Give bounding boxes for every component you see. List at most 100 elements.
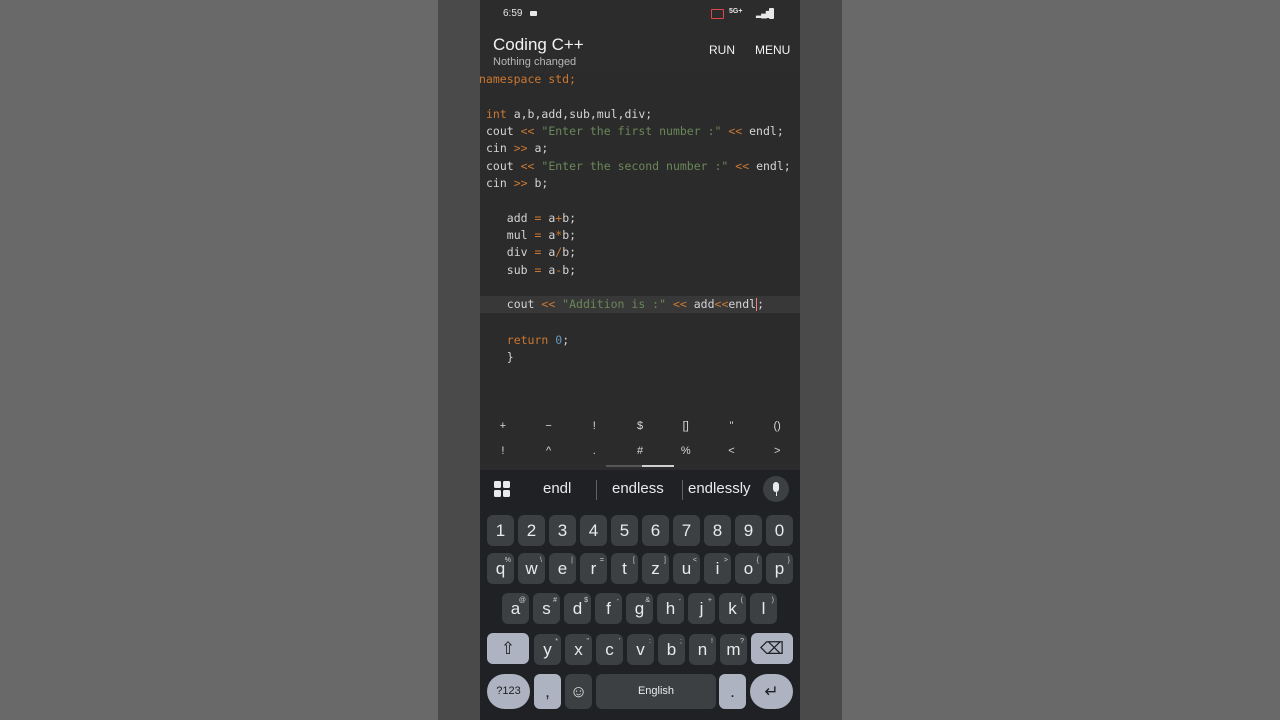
run-button[interactable]: RUN [709,43,735,57]
key-letter[interactable]: c ' [596,634,623,665]
symbol-key[interactable]: + [480,414,526,439]
code-text: cin [486,141,514,155]
code-operator: << [728,159,757,173]
code-text: sub [486,263,535,277]
emoji-icon[interactable]: ☺ [565,674,592,709]
key-label: d [572,599,583,618]
suggestion-item[interactable]: endlessly [688,480,751,497]
key-letter[interactable]: e | [549,553,576,584]
comma-key[interactable]: , [534,674,561,709]
code-text: } [486,350,514,364]
key-digit[interactable]: 1 [487,515,514,546]
suggestion-item[interactable]: endless [612,480,664,497]
suggestion-divider [596,480,597,500]
key-label: w [525,559,538,578]
code-text: div [486,245,535,259]
key-alt-label: < [692,557,697,564]
key-letter[interactable]: j + [688,593,715,624]
status-time: 6:59 [503,8,523,19]
key-letter[interactable]: w \ [518,553,545,584]
cast-icon [711,9,724,19]
key-letter[interactable]: b; [658,634,685,665]
code-editor[interactable]: namespace std; int a,b,add,sub,mul,div; … [480,73,800,415]
symbol-key[interactable]: ! [480,439,526,464]
symbol-key[interactable]: % [663,439,709,464]
menu-button[interactable]: MENU [755,43,790,57]
code-text: b; [562,263,577,277]
key-label: f [606,599,611,618]
key-letter[interactable]: n! [689,634,716,665]
code-string: "Enter the first number :" [534,124,722,138]
key-label: 2 [526,521,537,540]
code-text: a; [527,141,549,155]
key-label: e [557,559,568,578]
symbol-key[interactable]: () [754,414,800,439]
symbol-key[interactable]: [] [663,414,709,439]
key-letter[interactable]: s # [533,593,560,624]
code-line: mul = a*b; [486,227,576,244]
symbol-key[interactable]: $ [617,414,663,439]
space-key[interactable]: English [596,674,716,709]
key-letter[interactable]: d $ [564,593,591,624]
code-text: ; [757,297,765,311]
symbol-key[interactable]: > [754,439,800,464]
key-alt-label: = [599,557,604,564]
symbol-key[interactable]: ! [571,414,617,439]
key-letter[interactable]: p} [766,553,793,584]
app-subtitle: Nothing changed [493,56,577,68]
backspace-icon[interactable]: ⌫ [751,633,793,664]
key-letter[interactable]: q% [487,553,514,584]
suggestion-item[interactable]: endl [543,480,571,497]
key-alt-label: ! [711,638,713,645]
key-digit[interactable]: 2 [518,515,545,546]
code-text: a [541,228,556,242]
key-digit[interactable]: 7 [673,515,700,546]
key-digit[interactable]: 6 [642,515,669,546]
key-letter[interactable]: l) [750,593,777,624]
enter-icon[interactable]: ↵ [750,674,793,709]
key-alt-label: : [649,638,651,645]
code-line: namespace std; [480,73,576,88]
symbol-key[interactable]: . [571,439,617,464]
key-letter[interactable]: v: [627,634,654,665]
key-digit[interactable]: 4 [580,515,607,546]
key-alt-label: [ [633,557,635,564]
symbol-key[interactable]: # [617,439,663,464]
key-digit[interactable]: 8 [704,515,731,546]
key-label: v [636,640,645,659]
apps-grid-icon[interactable] [494,481,511,498]
key-letter[interactable]: u < [673,553,700,584]
key-alt-label: > [723,557,728,564]
key-label: k [728,599,737,618]
key-letter[interactable]: r = [580,553,607,584]
key-letter[interactable]: f- [595,593,622,624]
key-digit[interactable]: 9 [735,515,762,546]
status-bar: 6:59 5G+ ▂▄▆ [480,0,800,28]
key-letter[interactable]: o{ [735,553,762,584]
symbols-key[interactable]: ?123 [487,674,530,709]
key-letter[interactable]: g & [626,593,653,624]
key-letter[interactable]: k( [719,593,746,624]
period-key[interactable]: . [719,674,746,709]
key-digit[interactable]: 0 [766,515,793,546]
symbol-key[interactable]: ^ [526,439,572,464]
key-letter[interactable]: m? [720,634,747,665]
key-letter[interactable]: a @ [502,593,529,624]
symbol-key[interactable]: < [709,439,755,464]
key-alt-label: ? [740,638,744,645]
symbol-key[interactable]: − [526,414,572,439]
key-letter[interactable]: t[ [611,553,638,584]
key-alt-label: + [707,597,712,604]
key-digit[interactable]: 3 [549,515,576,546]
code-text: b; [562,211,577,225]
key-letter[interactable]: z] [642,553,669,584]
mic-icon[interactable] [763,476,789,502]
shift-icon[interactable]: ⇧ [487,633,529,664]
key-label: x [574,640,583,659]
key-digit[interactable]: 5 [611,515,638,546]
key-letter[interactable]: x " [565,634,592,665]
symbol-key[interactable]: '' [709,414,755,439]
key-letter[interactable]: h- [657,593,684,624]
key-letter[interactable]: i > [704,553,731,584]
key-letter[interactable]: y * [534,634,561,665]
